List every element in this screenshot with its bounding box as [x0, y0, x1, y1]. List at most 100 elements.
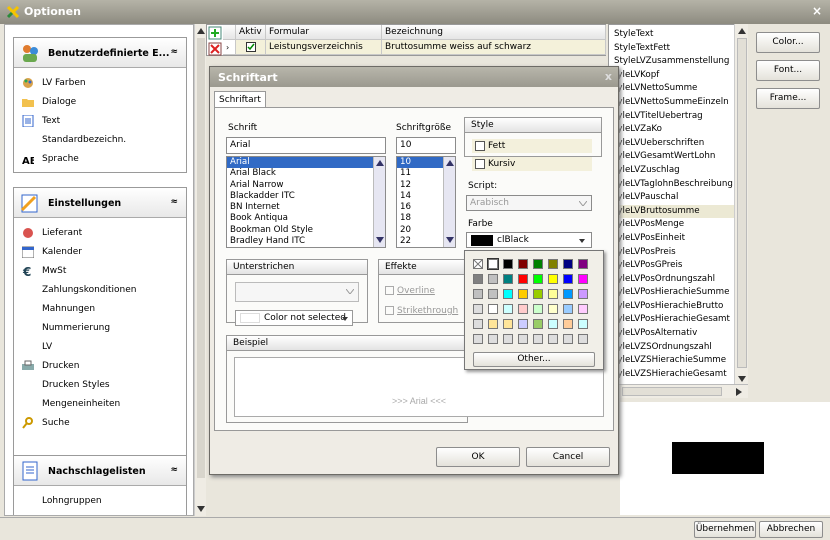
- style-list-item[interactable]: StyleLVZusammenstellung: [609, 55, 747, 69]
- nav-item-lohngruppen[interactable]: Lohngruppen: [14, 492, 186, 511]
- column-header-aktiv[interactable]: Aktiv: [236, 25, 266, 40]
- style-list-item[interactable]: tyleLVTaglohnBeschreibung: [609, 178, 747, 192]
- style-list-item[interactable]: tyleLVGesamtWertLohn: [609, 150, 747, 164]
- add-row-icon[interactable]: [208, 26, 222, 40]
- style-list-item[interactable]: tyleLVPauschal: [609, 191, 747, 205]
- style-list-item[interactable]: tyleLVPosMenge: [609, 218, 747, 232]
- style-list-scrollbar[interactable]: [734, 24, 748, 396]
- color-swatch[interactable]: [473, 274, 483, 284]
- style-list-item[interactable]: tyleLVNettoSumme: [609, 82, 747, 96]
- font-button[interactable]: Font...: [756, 60, 820, 81]
- nav-item-mwst[interactable]: € MwSt: [14, 262, 186, 281]
- nav-item-lv-farben[interactable]: LV Farben: [14, 74, 186, 93]
- color-swatch[interactable]: [503, 274, 513, 284]
- scroll-up-icon[interactable]: [197, 28, 205, 34]
- bold-option[interactable]: Fett: [472, 139, 592, 153]
- color-swatch[interactable]: [518, 319, 528, 329]
- style-list-item[interactable]: tyleLVKopf: [609, 69, 747, 83]
- style-list-item[interactable]: tyleLVZSOrdnungszahl: [609, 341, 747, 355]
- scroll-up-icon[interactable]: [376, 160, 384, 166]
- collapse-icon[interactable]: ≈: [170, 465, 178, 475]
- cancel-button[interactable]: Cancel: [526, 447, 610, 467]
- color-swatch[interactable]: [503, 259, 513, 269]
- color-swatch[interactable]: [563, 274, 573, 284]
- color-swatch[interactable]: [533, 334, 543, 344]
- group-header[interactable]: Benutzerdefinierte E... ≈: [14, 38, 186, 68]
- style-list-item[interactable]: tyleLVBruttosumme: [609, 204, 747, 219]
- color-swatch[interactable]: [518, 304, 528, 314]
- style-list-item[interactable]: tyleLVPosPreis: [609, 246, 747, 260]
- color-swatch[interactable]: [488, 334, 498, 344]
- style-list-hscrollbar[interactable]: [608, 384, 748, 398]
- scroll-right-icon[interactable]: [736, 388, 742, 396]
- color-swatch[interactable]: [488, 319, 498, 329]
- color-swatch[interactable]: [473, 289, 483, 299]
- color-swatch[interactable]: [487, 258, 499, 270]
- color-swatch[interactable]: [548, 259, 558, 269]
- nav-item-suche[interactable]: Suche: [14, 414, 186, 433]
- font-list-item[interactable]: Bookman Old Style: [227, 225, 373, 236]
- delete-row-icon[interactable]: [208, 42, 222, 56]
- size-list[interactable]: 10 11 12 14 16 18 20 22: [396, 156, 456, 248]
- hscroll-thumb[interactable]: [622, 387, 722, 396]
- scroll-up-icon[interactable]: [446, 160, 454, 166]
- font-list-item[interactable]: Book Antiqua: [227, 213, 373, 224]
- nav-item-mahnungen[interactable]: Mahnungen: [14, 300, 186, 319]
- color-swatch[interactable]: [473, 304, 483, 314]
- color-swatch[interactable]: [548, 334, 558, 344]
- color-swatch[interactable]: [563, 289, 573, 299]
- color-swatch[interactable]: [578, 289, 588, 299]
- scroll-up-icon[interactable]: [738, 28, 746, 34]
- size-list-scrollbar[interactable]: [443, 157, 455, 247]
- style-list-item[interactable]: tyleLVTitelUebertrag: [609, 110, 747, 124]
- style-list-item[interactable]: tyleLVNettoSummeEinzeln: [609, 96, 747, 110]
- color-swatch[interactable]: [578, 274, 588, 284]
- color-swatch[interactable]: [473, 319, 483, 329]
- color-swatch[interactable]: [548, 274, 558, 284]
- scroll-down-icon[interactable]: [446, 237, 454, 243]
- color-swatch[interactable]: [488, 304, 498, 314]
- apply-button[interactable]: Übernehmen: [694, 521, 756, 538]
- formular-cell[interactable]: Leistungsverzeichnis: [266, 40, 382, 55]
- group-header[interactable]: Einstellungen ≈: [14, 188, 186, 218]
- nav-item-drucken[interactable]: Drucken: [14, 357, 186, 376]
- style-list-item[interactable]: tyleLVZSHierachieGesamt: [609, 368, 747, 382]
- color-swatch[interactable]: [578, 334, 588, 344]
- color-swatch[interactable]: [533, 304, 543, 314]
- frame-button[interactable]: Frame...: [756, 88, 820, 109]
- nav-item-sprache[interactable]: ABSprache: [14, 150, 186, 169]
- style-list-item[interactable]: tyleLVPosEinheit: [609, 232, 747, 246]
- color-button[interactable]: Color...: [756, 32, 820, 53]
- color-swatch[interactable]: [578, 304, 588, 314]
- style-list-item[interactable]: tyleLVPosHierachieGesamt: [609, 313, 747, 327]
- column-header-bezeichnung[interactable]: Bezeichnung: [382, 25, 606, 40]
- font-list-item[interactable]: Arial Black: [227, 168, 373, 179]
- underline-color-select[interactable]: Color not selected: [235, 310, 353, 326]
- color-swatch[interactable]: [578, 319, 588, 329]
- color-swatch[interactable]: [563, 259, 573, 269]
- scroll-thumb[interactable]: [737, 38, 747, 368]
- font-input[interactable]: Arial: [226, 137, 386, 154]
- size-input[interactable]: 10: [396, 137, 456, 154]
- nav-item-kalender[interactable]: Kalender: [14, 243, 186, 262]
- bold-checkbox[interactable]: [475, 141, 485, 151]
- nav-item-dialoge[interactable]: Dialoge: [14, 93, 186, 112]
- tab-schriftart[interactable]: Schriftart: [214, 91, 266, 108]
- nav-item-lv[interactable]: LV: [14, 338, 186, 357]
- color-swatch[interactable]: [533, 259, 543, 269]
- style-list-item[interactable]: tyleLVZaKo: [609, 123, 747, 137]
- color-swatch[interactable]: [503, 289, 513, 299]
- color-swatch[interactable]: [563, 334, 573, 344]
- nav-scrollbar[interactable]: [194, 24, 206, 516]
- nav-item-text[interactable]: Text: [14, 112, 186, 131]
- font-list-item[interactable]: Blackadder ITC: [227, 191, 373, 202]
- color-select[interactable]: clBlack: [466, 232, 592, 248]
- script-select[interactable]: Arabisch: [466, 195, 592, 211]
- color-swatch[interactable]: [518, 289, 528, 299]
- color-swatch[interactable]: [563, 304, 573, 314]
- color-swatch[interactable]: [578, 259, 588, 269]
- nav-item-nummerierung[interactable]: Nummerierung: [14, 319, 186, 338]
- style-list-item[interactable]: tyleLVZuschlag: [609, 164, 747, 178]
- size-list-item[interactable]: 14: [397, 191, 443, 202]
- color-swatch[interactable]: [488, 274, 498, 284]
